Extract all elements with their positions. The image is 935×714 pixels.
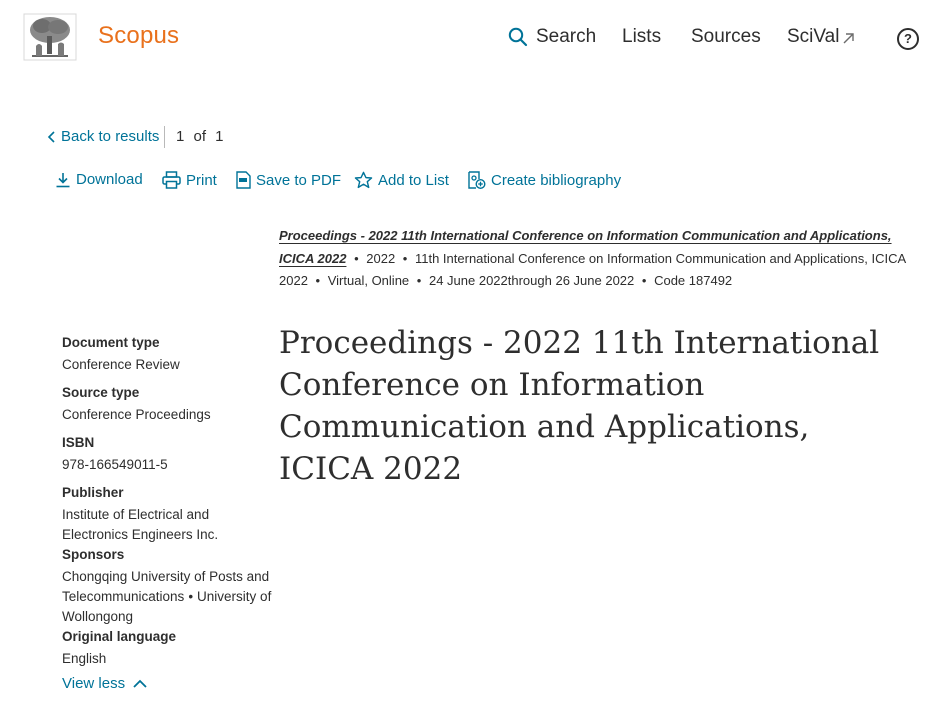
print-button[interactable]: Print: [162, 171, 217, 189]
download-icon: [56, 172, 70, 187]
sponsors-value: Chongqing University of Posts and Teleco…: [62, 567, 272, 627]
scopus-brand[interactable]: Scopus: [98, 22, 179, 50]
separator-dot: •: [354, 250, 359, 266]
search-icon: [508, 27, 528, 47]
isbn-value: 978-166549011-5: [62, 457, 168, 472]
nav-scival-label: SciVal: [787, 26, 840, 47]
pdf-file-icon: [236, 171, 251, 189]
doc-type-value: Conference Review: [62, 357, 180, 372]
publisher-label: Publisher: [62, 485, 124, 500]
source-location: Virtual, Online: [327, 273, 410, 288]
isbn-label: ISBN: [62, 435, 95, 450]
nav-sources[interactable]: Sources: [691, 26, 761, 48]
source-type-label: Source type: [62, 385, 140, 400]
back-to-results-label: Back to results: [61, 128, 160, 145]
create-bibliography-button[interactable]: Create bibliography: [468, 171, 621, 190]
document-details: Document type Conference Review Source t…: [62, 333, 272, 692]
view-less-label: View less: [62, 675, 126, 692]
chevron-up-icon: [133, 679, 147, 688]
doc-type-label: Document type: [62, 335, 160, 350]
nav-lists[interactable]: Lists: [622, 26, 661, 48]
source-code: Code 187492: [654, 273, 733, 288]
nav-lists-label: Lists: [622, 26, 662, 47]
nav-scival[interactable]: SciVal: [787, 26, 855, 48]
separator-dot: •: [416, 273, 422, 288]
star-icon: [354, 171, 373, 189]
source-dates: 24 June 2022through 26 June 2022: [428, 273, 635, 288]
save-to-pdf-button[interactable]: Save to PDF: [236, 171, 341, 189]
bibliography-icon: [468, 171, 486, 190]
print-label: Print: [186, 171, 217, 189]
chevron-left-icon: [47, 130, 55, 143]
source-year: 2022: [366, 250, 396, 266]
download-label: Download: [76, 171, 143, 188]
source-type-value: Conference Proceedings: [62, 407, 211, 422]
printer-icon: [162, 171, 181, 189]
back-to-results-link[interactable]: Back to results: [47, 128, 159, 145]
result-pager: 1 of 1: [176, 128, 224, 145]
publisher-value: Institute of Electrical and Electronics …: [62, 507, 219, 542]
sponsors-label: Sponsors: [62, 547, 125, 562]
nav-search[interactable]: Search: [508, 26, 596, 48]
nav-search-label: Search: [536, 26, 597, 47]
add-to-list-label: Add to List: [378, 171, 449, 189]
add-to-list-button[interactable]: Add to List: [354, 171, 449, 189]
language-label: Original language: [62, 629, 177, 644]
source-info: Proceedings - 2022 11th International Co…: [279, 225, 919, 293]
save-to-pdf-label: Save to PDF: [256, 171, 342, 189]
separator-dot: •: [315, 273, 321, 288]
separator-dot: •: [641, 273, 647, 288]
separator-dot: •: [188, 589, 194, 604]
download-button[interactable]: Download: [55, 171, 143, 188]
view-less-button[interactable]: View less: [62, 675, 272, 692]
create-bibliography-label: Create bibliography: [491, 172, 622, 189]
elsevier-logo-icon[interactable]: [22, 12, 78, 62]
document-title: Proceedings - 2022 11th International Co…: [279, 325, 880, 487]
pager-divider: [164, 126, 165, 148]
help-icon[interactable]: ?: [897, 28, 919, 50]
nav-sources-label: Sources: [691, 26, 761, 47]
separator-dot: •: [402, 250, 408, 266]
language-value: English: [62, 651, 107, 666]
external-link-icon: [843, 33, 855, 44]
